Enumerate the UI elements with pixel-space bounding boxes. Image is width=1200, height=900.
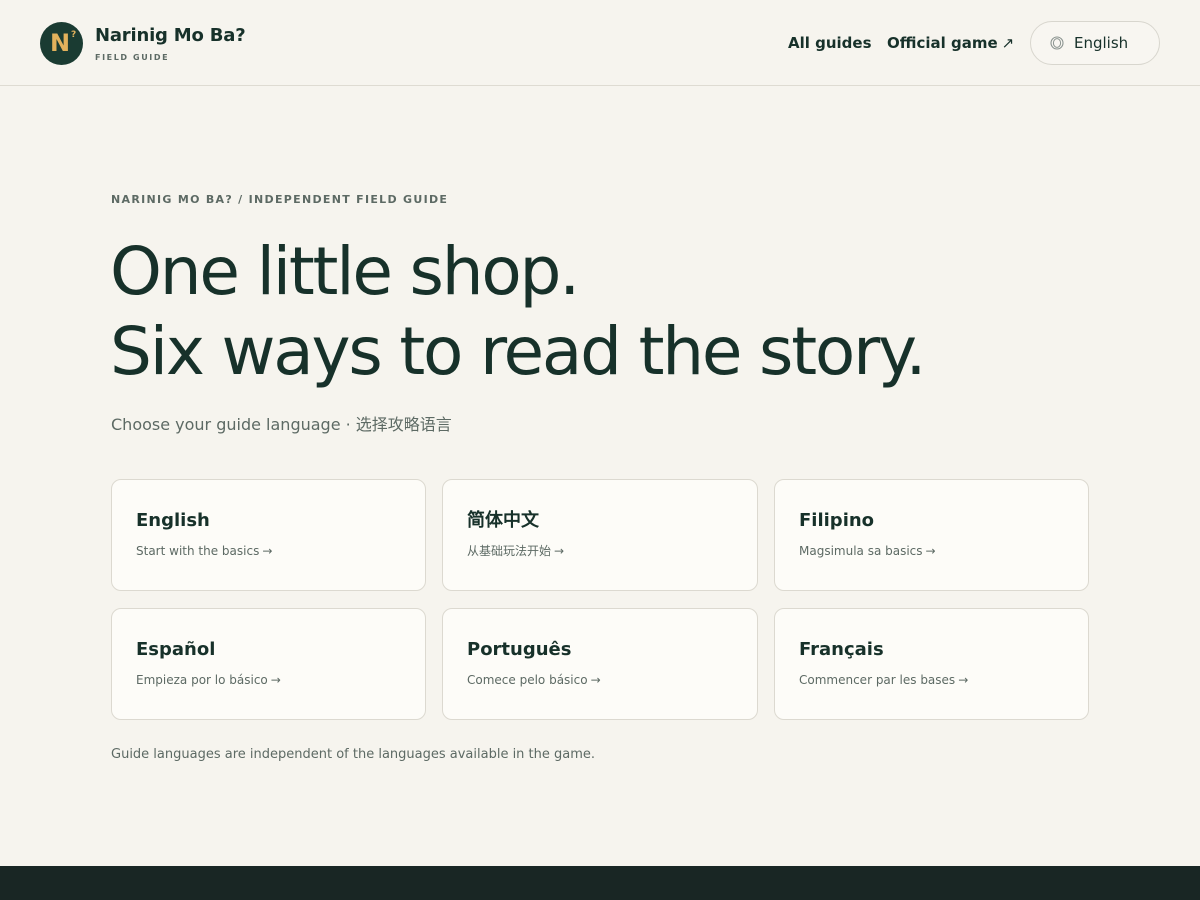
external-arrow-icon: ↗: [1001, 34, 1015, 52]
arrow-right-icon: →: [590, 673, 601, 687]
page-headline: One little shop. Six ways to read the st…: [110, 232, 926, 392]
logo-question-mark: ?: [71, 30, 77, 40]
card-description-text: Magsimula sa basics: [799, 544, 923, 558]
language-card-filipino[interactable]: Filipino Magsimula sa basics →: [774, 479, 1089, 591]
language-card-english[interactable]: English Start with the basics →: [111, 479, 426, 591]
arrow-right-icon: →: [925, 544, 936, 558]
arrow-right-icon: →: [262, 544, 273, 558]
language-selector-button[interactable]: English: [1030, 21, 1160, 65]
card-description-text: Start with the basics: [136, 544, 260, 558]
brand-subtitle: FIELD GUIDE: [95, 52, 170, 62]
footer: [0, 866, 1200, 900]
nav-official-game[interactable]: Official game ↗: [887, 33, 1014, 53]
card-description: Empieza por lo básico →: [136, 672, 401, 688]
nav-all-guides[interactable]: All guides: [788, 33, 872, 53]
language-card-french[interactable]: Français Commencer par les bases →: [774, 608, 1089, 720]
logo: N ?: [40, 22, 83, 65]
globe-icon: [1050, 36, 1064, 50]
card-description-text: 从基础玩法开始: [467, 544, 552, 558]
language-prompt: Choose your guide language · 选择攻略语言: [111, 415, 452, 434]
arrow-right-icon: →: [958, 673, 969, 687]
brand-home-link[interactable]: N ? Narinig Mo Ba? FIELD GUIDE: [40, 22, 246, 65]
card-title: English: [136, 510, 210, 531]
card-title: Français: [799, 639, 884, 660]
eyebrow: NARINIG MO BA? / INDEPENDENT FIELD GUIDE: [111, 193, 449, 206]
language-selector-label: English: [1074, 34, 1129, 52]
headline-line-2: Six ways to read the story.: [110, 313, 926, 390]
arrow-right-icon: →: [270, 673, 281, 687]
headline-line-1: One little shop.: [110, 233, 580, 310]
language-card-portuguese[interactable]: Português Comece pelo básico →: [442, 608, 758, 720]
language-footnote: Guide languages are independent of the l…: [111, 747, 596, 762]
card-title: Filipino: [799, 510, 875, 531]
language-card-simplified-chinese[interactable]: 简体中文 从基础玩法开始 →: [442, 479, 758, 591]
card-description-text: Empieza por lo básico: [136, 673, 268, 687]
nav-official-game-label: Official game: [887, 34, 998, 52]
language-card-grid: English Start with the basics → 简体中文 从基础玩…: [111, 479, 1089, 720]
logo-letter: N: [50, 29, 71, 57]
card-description: Comece pelo básico →: [467, 672, 733, 688]
card-title: Español: [136, 639, 216, 660]
card-title: Português: [467, 639, 572, 660]
arrow-right-icon: →: [554, 544, 565, 558]
card-title: 简体中文: [467, 510, 539, 531]
site-header: N ? Narinig Mo Ba? FIELD GUIDE All guide…: [0, 0, 1200, 86]
brand-name: Narinig Mo Ba?: [95, 24, 246, 46]
card-description-text: Comece pelo básico: [467, 673, 588, 687]
card-description: Magsimula sa basics →: [799, 543, 1064, 559]
card-description: Commencer par les bases →: [799, 672, 1064, 688]
card-description: 从基础玩法开始 →: [467, 543, 733, 559]
card-description-text: Commencer par les bases: [799, 673, 956, 687]
language-card-spanish[interactable]: Español Empieza por lo básico →: [111, 608, 426, 720]
card-description: Start with the basics →: [136, 543, 401, 559]
brand-text: Narinig Mo Ba? FIELD GUIDE: [95, 24, 246, 63]
